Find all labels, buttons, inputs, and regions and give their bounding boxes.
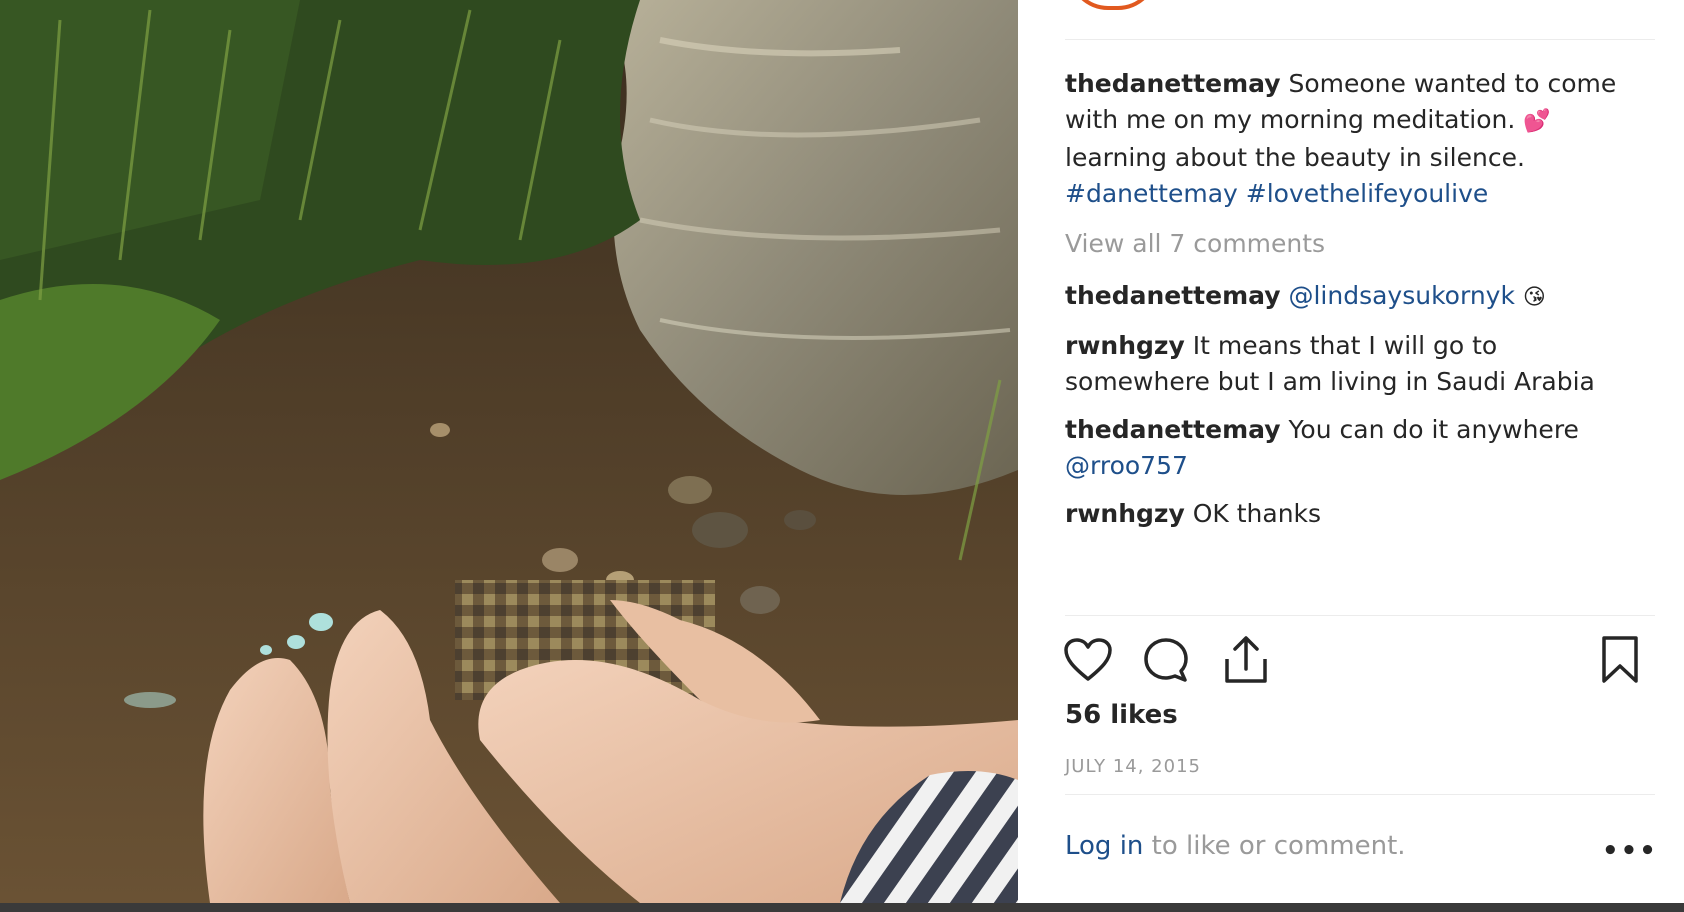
window-bottom-bar — [0, 903, 1684, 912]
instagram-post-view: thedanettemay Someone wanted to come wit… — [0, 0, 1684, 912]
post-caption: thedanettemay Someone wanted to come wit… — [1065, 66, 1665, 212]
post-photo[interactable] — [0, 0, 1018, 903]
comment-text-line1: It means that I will go to — [1192, 331, 1498, 360]
post-date: JULY 14, 2015 — [1065, 756, 1201, 777]
caption-text-line3: learning about the beauty in silence. — [1065, 143, 1525, 172]
two-hearts-emoji: 💕 — [1523, 109, 1551, 134]
caption-text-line1: Someone wanted to come — [1288, 69, 1617, 98]
comment-item: thedanettemay You can do it anywhere @rr… — [1065, 412, 1665, 484]
profile-avatar-story-ring[interactable] — [1068, 0, 1158, 10]
kiss-emoji: 😘 — [1522, 285, 1546, 310]
more-options-icon[interactable]: ••• — [1602, 836, 1658, 866]
comment-bubble-icon[interactable] — [1142, 636, 1190, 684]
comment-text-line2: somewhere but I am living in Saudi Arabi… — [1065, 367, 1595, 396]
comment-text-line1: You can do it anywhere — [1288, 415, 1579, 444]
comment-text-line1: OK thanks — [1192, 499, 1322, 528]
comment-username[interactable]: thedanettemay — [1065, 415, 1281, 444]
login-prompt: Log in to like or comment. — [1065, 831, 1406, 861]
comment-item: thedanettemay @lindsaysukornyk 😘 — [1065, 278, 1665, 316]
comment-username[interactable]: rwnhgzy — [1065, 331, 1185, 360]
comment-mention[interactable]: @rroo757 — [1065, 448, 1665, 484]
actions-divider — [1065, 615, 1655, 616]
footer-divider — [1065, 794, 1655, 795]
heart-icon[interactable] — [1063, 637, 1113, 683]
view-all-comments-link[interactable]: View all 7 comments — [1065, 226, 1665, 262]
login-prompt-text: to like or comment. — [1143, 831, 1406, 861]
bookmark-icon[interactable] — [1600, 635, 1640, 685]
caption-text-line2: with me on my morning meditation. — [1065, 105, 1516, 134]
caption-username[interactable]: thedanettemay — [1065, 69, 1281, 98]
login-link[interactable]: Log in — [1065, 831, 1143, 861]
comment-item: rwnhgzy It means that I will go to somew… — [1065, 328, 1665, 400]
header-divider — [1065, 39, 1655, 40]
hashtag-danettemay[interactable]: #danettemay — [1065, 179, 1238, 208]
comment-username[interactable]: thedanettemay — [1065, 281, 1281, 310]
share-upload-icon[interactable] — [1223, 635, 1269, 685]
post-side-panel: thedanettemay Someone wanted to come wit… — [1018, 0, 1684, 903]
comment-mention[interactable]: @lindsaysukornyk — [1288, 281, 1514, 310]
comment-username[interactable]: rwnhgzy — [1065, 499, 1185, 528]
post-photo-image — [0, 0, 1018, 903]
hashtag-lovethelifeyoulive[interactable]: #lovethelifeyoulive — [1246, 179, 1488, 208]
comment-item: rwnhgzy OK thanks — [1065, 496, 1665, 532]
likes-count[interactable]: 56 likes — [1065, 700, 1178, 730]
